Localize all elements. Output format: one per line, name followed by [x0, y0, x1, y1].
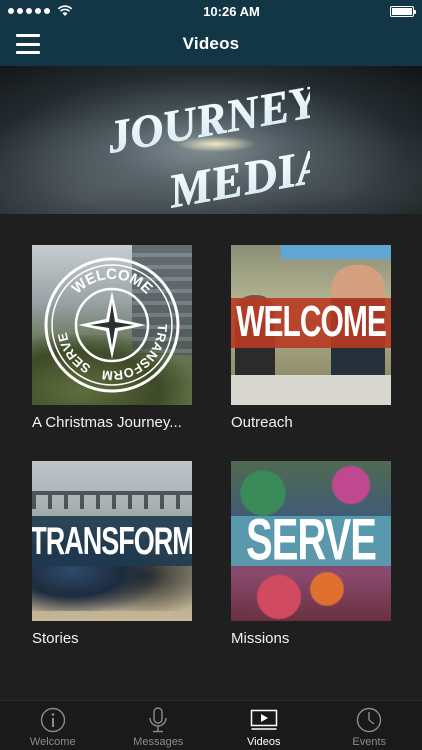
wifi-icon	[57, 5, 73, 16]
thumbnail-title: SERVE	[246, 508, 377, 573]
thumbnail-title-band: SERVE	[231, 508, 391, 572]
status-bar: 10:26 AM	[0, 0, 422, 22]
video-caption: Stories	[32, 630, 79, 647]
status-time: 10:26 AM	[203, 3, 260, 19]
thumbnail-title-band: TRANSFORM	[32, 516, 192, 566]
video-player-icon	[249, 706, 279, 734]
tab-label: Videos	[247, 736, 281, 748]
compass-badge-icon: WELCOME TRANSFORM SERVE	[44, 257, 180, 393]
thumbnail-title: WELCOME	[236, 298, 387, 347]
tab-events[interactable]: Events	[317, 701, 422, 750]
battery-icon	[389, 5, 416, 17]
tab-messages[interactable]: Messages	[106, 701, 212, 750]
svg-text:SERVE: SERVE	[55, 331, 93, 377]
video-card[interactable]: SERVE Missions	[231, 461, 391, 647]
video-card[interactable]: WELCOME Outreach	[231, 245, 391, 431]
video-thumbnail[interactable]: TRANSFORM	[32, 461, 192, 621]
navigation-bar: Videos	[0, 22, 422, 66]
tab-videos[interactable]: Videos	[211, 701, 317, 750]
video-grid: WELCOME TRANSFORM SERVE A Christmas Jour…	[0, 214, 422, 700]
video-thumbnail[interactable]: WELCOME TRANSFORM SERVE	[32, 245, 192, 405]
video-card[interactable]: TRANSFORM Stories	[32, 461, 192, 647]
tab-welcome[interactable]: Welcome	[0, 701, 106, 750]
tab-label: Events	[352, 736, 387, 748]
video-caption: Missions	[231, 630, 290, 647]
page-title: Videos	[182, 34, 240, 53]
microphone-icon	[143, 706, 173, 734]
hamburger-menu-icon[interactable]	[16, 34, 40, 54]
info-icon	[38, 706, 68, 734]
clock-icon	[354, 706, 384, 734]
signal-strength-icon	[8, 5, 73, 17]
video-thumbnail[interactable]: WELCOME	[231, 245, 391, 405]
badge-word-left: SERVE	[55, 331, 93, 377]
journey-media-logo: JOURNEY MEDIA	[102, 75, 310, 210]
video-card[interactable]: WELCOME TRANSFORM SERVE A Christmas Jour…	[32, 245, 192, 431]
tab-bar: Welcome Messages Videos Events	[0, 700, 422, 750]
thumbnail-title-band: WELCOME	[231, 298, 391, 348]
video-caption: A Christmas Journey...	[32, 414, 182, 431]
thumbnail-title: TRANSFORM	[32, 518, 192, 563]
tab-label: Welcome	[29, 736, 76, 748]
journey-media-banner: JOURNEY MEDIA	[0, 66, 422, 214]
video-thumbnail[interactable]: SERVE	[231, 461, 391, 621]
video-caption: Outreach	[231, 414, 293, 431]
tab-label: Messages	[133, 736, 184, 748]
